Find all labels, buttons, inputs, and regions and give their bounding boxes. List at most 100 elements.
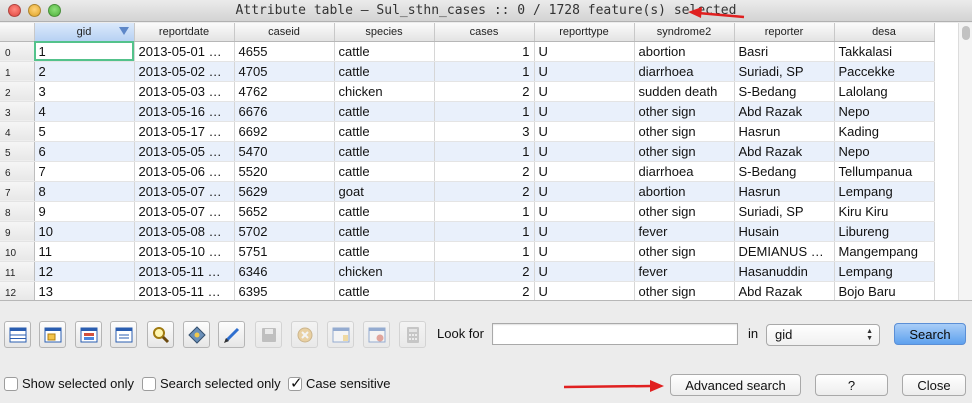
row-number[interactable]: 9	[0, 221, 35, 242]
cell-desa[interactable]: Mangempang	[834, 241, 935, 262]
cell-caseid[interactable]: 5470	[234, 141, 335, 162]
show-selected-only-checkbox[interactable]: Show selected only	[4, 376, 134, 391]
zoom-to-selection-button[interactable]	[147, 321, 174, 348]
checkbox-box[interactable]	[142, 376, 156, 391]
cell-syndrome2[interactable]: other sign	[634, 101, 735, 122]
cell-species[interactable]: cattle	[334, 61, 435, 82]
cell-reporter[interactable]: Husain	[734, 221, 835, 242]
cell-reportdate[interactable]: 2013-05-07 …	[134, 181, 235, 202]
cell-cases[interactable]: 1	[434, 101, 535, 122]
cell-gid[interactable]: 12	[34, 261, 135, 282]
table-row[interactable]: 7 8 2013-05-07 … 5629 goat 2 Uabortion Hasrun Le…	[0, 181, 935, 202]
cell-cases[interactable]: 2	[434, 281, 535, 300]
cell-species[interactable]: cattle	[334, 221, 435, 242]
cell-caseid[interactable]: 6395	[234, 281, 335, 300]
cell-cases[interactable]: 1	[434, 241, 535, 262]
row-number[interactable]: 5	[0, 141, 35, 162]
cell-desa[interactable]: Paccekke	[834, 61, 935, 82]
cell-desa[interactable]: Lempang	[834, 261, 935, 282]
cell-desa[interactable]: Lalolang	[834, 81, 935, 102]
column-header-gid[interactable]: gid	[34, 23, 135, 42]
cell-reportdate[interactable]: 2013-05-02 …	[134, 61, 235, 82]
cell-syndrome2[interactable]: sudden death	[634, 81, 735, 102]
cell-desa[interactable]: Lempang	[834, 181, 935, 202]
cell-reporter[interactable]: Abd Razak	[734, 281, 835, 300]
row-number[interactable]: 3	[0, 101, 35, 122]
cell-caseid[interactable]: 5702	[234, 221, 335, 242]
cell-species[interactable]: cattle	[334, 281, 435, 300]
cell-reporttype[interactable]: U	[534, 41, 635, 62]
cell-gid[interactable]: 8	[34, 181, 135, 202]
cell-gid[interactable]: 5	[34, 121, 135, 142]
search-button[interactable]: Search	[894, 323, 966, 345]
move-selection-button[interactable]	[75, 321, 102, 348]
cell-species[interactable]: cattle	[334, 41, 435, 62]
row-number[interactable]: 11	[0, 261, 35, 282]
cell-syndrome2[interactable]: other sign	[634, 201, 735, 222]
search-input[interactable]	[492, 323, 738, 345]
cell-reporter[interactable]: DEMIANUS …	[734, 241, 835, 262]
cell-gid[interactable]: 1	[34, 41, 135, 62]
delete-column-button[interactable]	[363, 321, 390, 348]
cell-reporttype[interactable]: U	[534, 121, 635, 142]
cell-syndrome2[interactable]: other sign	[634, 241, 735, 262]
cell-reporter[interactable]: S-Bedang	[734, 81, 835, 102]
cell-caseid[interactable]: 5520	[234, 161, 335, 182]
table-row[interactable]: 1 2 2013-05-02 … 4705 cattle 1 Udiarrhoea Suria…	[0, 61, 935, 82]
cell-caseid[interactable]: 5629	[234, 181, 335, 202]
select-form-button[interactable]	[39, 321, 66, 348]
cell-reporttype[interactable]: U	[534, 61, 635, 82]
cell-reportdate[interactable]: 2013-05-03 …	[134, 81, 235, 102]
row-number[interactable]: 0	[0, 41, 35, 62]
cell-reporttype[interactable]: U	[534, 161, 635, 182]
cell-reporter[interactable]: Hasrun	[734, 181, 835, 202]
pan-to-selection-button[interactable]	[183, 321, 210, 348]
table-view-button[interactable]	[4, 321, 31, 348]
new-column-button[interactable]	[327, 321, 354, 348]
close-button[interactable]: Close	[902, 374, 966, 396]
cell-reportdate[interactable]: 2013-05-07 …	[134, 201, 235, 222]
cell-reporter[interactable]: Abd Razak	[734, 141, 835, 162]
cell-gid[interactable]: 13	[34, 281, 135, 300]
cell-species[interactable]: cattle	[334, 161, 435, 182]
row-number[interactable]: 8	[0, 201, 35, 222]
table-row[interactable]: 10 11 2013-05-10 … 5751 cattle 1 Uother sign DE…	[0, 241, 935, 262]
row-number[interactable]: 12	[0, 281, 35, 300]
checkbox-box-checked[interactable]	[288, 374, 303, 392]
scrollbar-thumb[interactable]	[962, 26, 970, 40]
cell-gid[interactable]: 11	[34, 241, 135, 262]
cell-reportdate[interactable]: 2013-05-16 …	[134, 101, 235, 122]
cell-cases[interactable]: 1	[434, 41, 535, 62]
case-sensitive-checkbox[interactable]: Case sensitive	[288, 374, 391, 392]
cell-species[interactable]: cattle	[334, 121, 435, 142]
table-row[interactable]: 5 6 2013-05-05 … 5470 cattle 1 Uother sign Abd …	[0, 141, 935, 162]
cell-desa[interactable]: Takkalasi	[834, 41, 935, 62]
title-bar[interactable]: Attribute table – Sul_sthn_cases :: 0 / …	[0, 0, 972, 22]
cell-caseid[interactable]: 5652	[234, 201, 335, 222]
cell-desa[interactable]: Nepo	[834, 141, 935, 162]
cell-reporttype[interactable]: U	[534, 181, 635, 202]
table-row[interactable]: 2 3 2013-05-03 … 4762 chicken 2 Usudden death S…	[0, 81, 935, 102]
cell-desa[interactable]: Nepo	[834, 101, 935, 122]
cell-caseid[interactable]: 6346	[234, 261, 335, 282]
table-row[interactable]: 11 12 2013-05-11 … 6346 chicken 2 Ufever Hasanu…	[0, 261, 935, 282]
cell-caseid[interactable]: 5751	[234, 241, 335, 262]
cell-species[interactable]: cattle	[334, 101, 435, 122]
cell-gid[interactable]: 6	[34, 141, 135, 162]
cell-reporter[interactable]: S-Bedang	[734, 161, 835, 182]
cell-syndrome2[interactable]: diarrhoea	[634, 161, 735, 182]
field-calculator-button[interactable]	[399, 321, 426, 348]
cell-syndrome2[interactable]: other sign	[634, 141, 735, 162]
column-header-caseid[interactable]: caseid	[234, 23, 335, 42]
vertical-scrollbar[interactable]	[958, 23, 972, 300]
cell-reportdate[interactable]: 2013-05-08 …	[134, 221, 235, 242]
column-header-reportdate[interactable]: reportdate	[134, 23, 235, 42]
cell-species[interactable]: goat	[334, 181, 435, 202]
cell-reporttype[interactable]: U	[534, 241, 635, 262]
search-selected-only-checkbox[interactable]: Search selected only	[142, 376, 281, 391]
table-row[interactable]: 12 13 2013-05-11 … 6395 cattle 2 Uother sign Ab…	[0, 281, 935, 300]
cell-reporter[interactable]: Abd Razak	[734, 101, 835, 122]
cell-syndrome2[interactable]: other sign	[634, 281, 735, 300]
cell-species[interactable]: cattle	[334, 241, 435, 262]
search-field-select[interactable]: gid ▲ ▼	[766, 324, 880, 346]
